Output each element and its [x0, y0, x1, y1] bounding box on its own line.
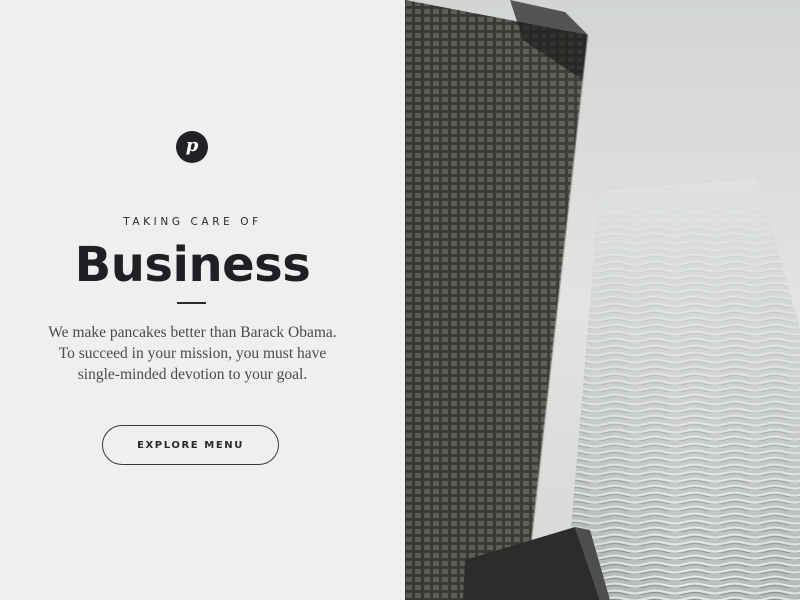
explore-menu-button[interactable]: EXPLORE MENU: [102, 425, 279, 465]
description-line: We make pancakes better than Barack Obam…: [48, 324, 337, 341]
p-monogram-icon: p: [185, 135, 199, 156]
title-divider: [177, 302, 206, 304]
hero-panel: p TAKING CARE OF Business We make pancak…: [0, 0, 405, 600]
brand-logo[interactable]: p: [176, 131, 208, 163]
description-line: single-minded devotion to your goal.: [77, 366, 308, 383]
skyscraper-image: [405, 0, 800, 600]
hero-description: We make pancakes better than Barack Obam…: [0, 322, 385, 385]
skyscraper-photo: [405, 0, 800, 600]
page: p TAKING CARE OF Business We make pancak…: [0, 0, 800, 600]
hero-eyebrow: TAKING CARE OF: [123, 216, 262, 228]
hero-title: Business: [74, 237, 311, 293]
description-line: To succeed in your mission, you must hav…: [58, 345, 327, 362]
